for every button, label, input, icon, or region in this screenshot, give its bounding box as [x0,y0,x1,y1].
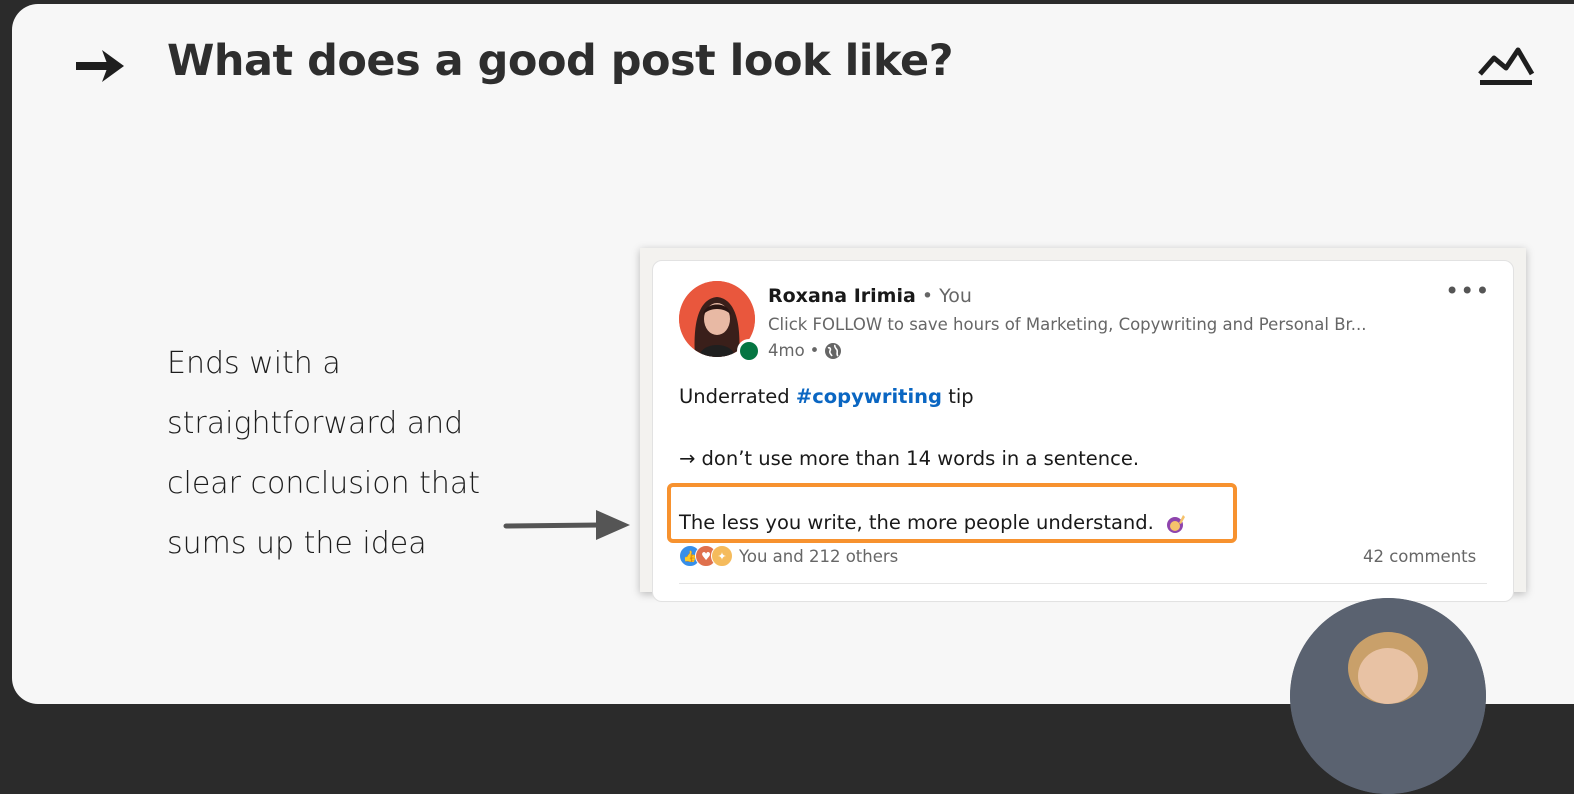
raising-hand-emoji-icon [1167,514,1186,533]
insightful-reaction-icon: ✦ [711,545,733,567]
description: Ends with a straightforward and clear co… [167,334,547,574]
linkedin-post-card: Roxana Irimia • You Click FOLLOW to save… [652,260,1514,602]
slide-card: What does a good post look like? Ends wi… [12,4,1574,704]
crown-icon[interactable] [1476,44,1536,90]
divider [679,583,1487,584]
relation-label: You [939,285,972,307]
hashtag-link[interactable]: #copywriting [796,385,942,408]
page-title: What does a good post look like? [167,36,954,86]
description-line: Ends with a [167,346,341,381]
presenter-avatar [1290,598,1486,794]
description-line: sums up the idea [167,526,427,561]
post-line-1: Underrated #copywriting tip [679,385,974,408]
reactions-count[interactable]: You and 212 others [739,547,898,566]
arrow-right-icon [76,50,124,82]
reactions[interactable]: 👍 ♥ ✦ You and 212 others [679,545,898,567]
post-text: Underrated [679,385,796,408]
author-name[interactable]: Roxana Irimia [768,285,916,307]
meta-separator: • [809,341,820,360]
online-status-indicator [737,339,761,363]
more-options-button[interactable]: ••• [1445,277,1490,305]
pointer-arrow-icon [503,510,630,540]
description-line: straightforward and [167,406,464,441]
author-line: Roxana Irimia • You [768,285,972,307]
name-separator: • [921,285,934,307]
comments-count[interactable]: 42 comments [1363,547,1476,566]
post-meta: 4mo • [768,341,842,360]
globe-icon [825,342,842,359]
post-age: 4mo [768,341,805,360]
description-line: clear conclusion that [167,466,481,501]
author-headline: Click FOLLOW to save hours of Marketing,… [768,315,1367,334]
post-line-2: → don’t use more than 14 words in a sent… [679,447,1140,470]
post-conclusion: The less you write, the more people unde… [679,511,1154,534]
post-line-3: The less you write, the more people unde… [679,511,1186,535]
post-text: tip [942,385,974,408]
post-screenshot: Roxana Irimia • You Click FOLLOW to save… [640,248,1526,602]
